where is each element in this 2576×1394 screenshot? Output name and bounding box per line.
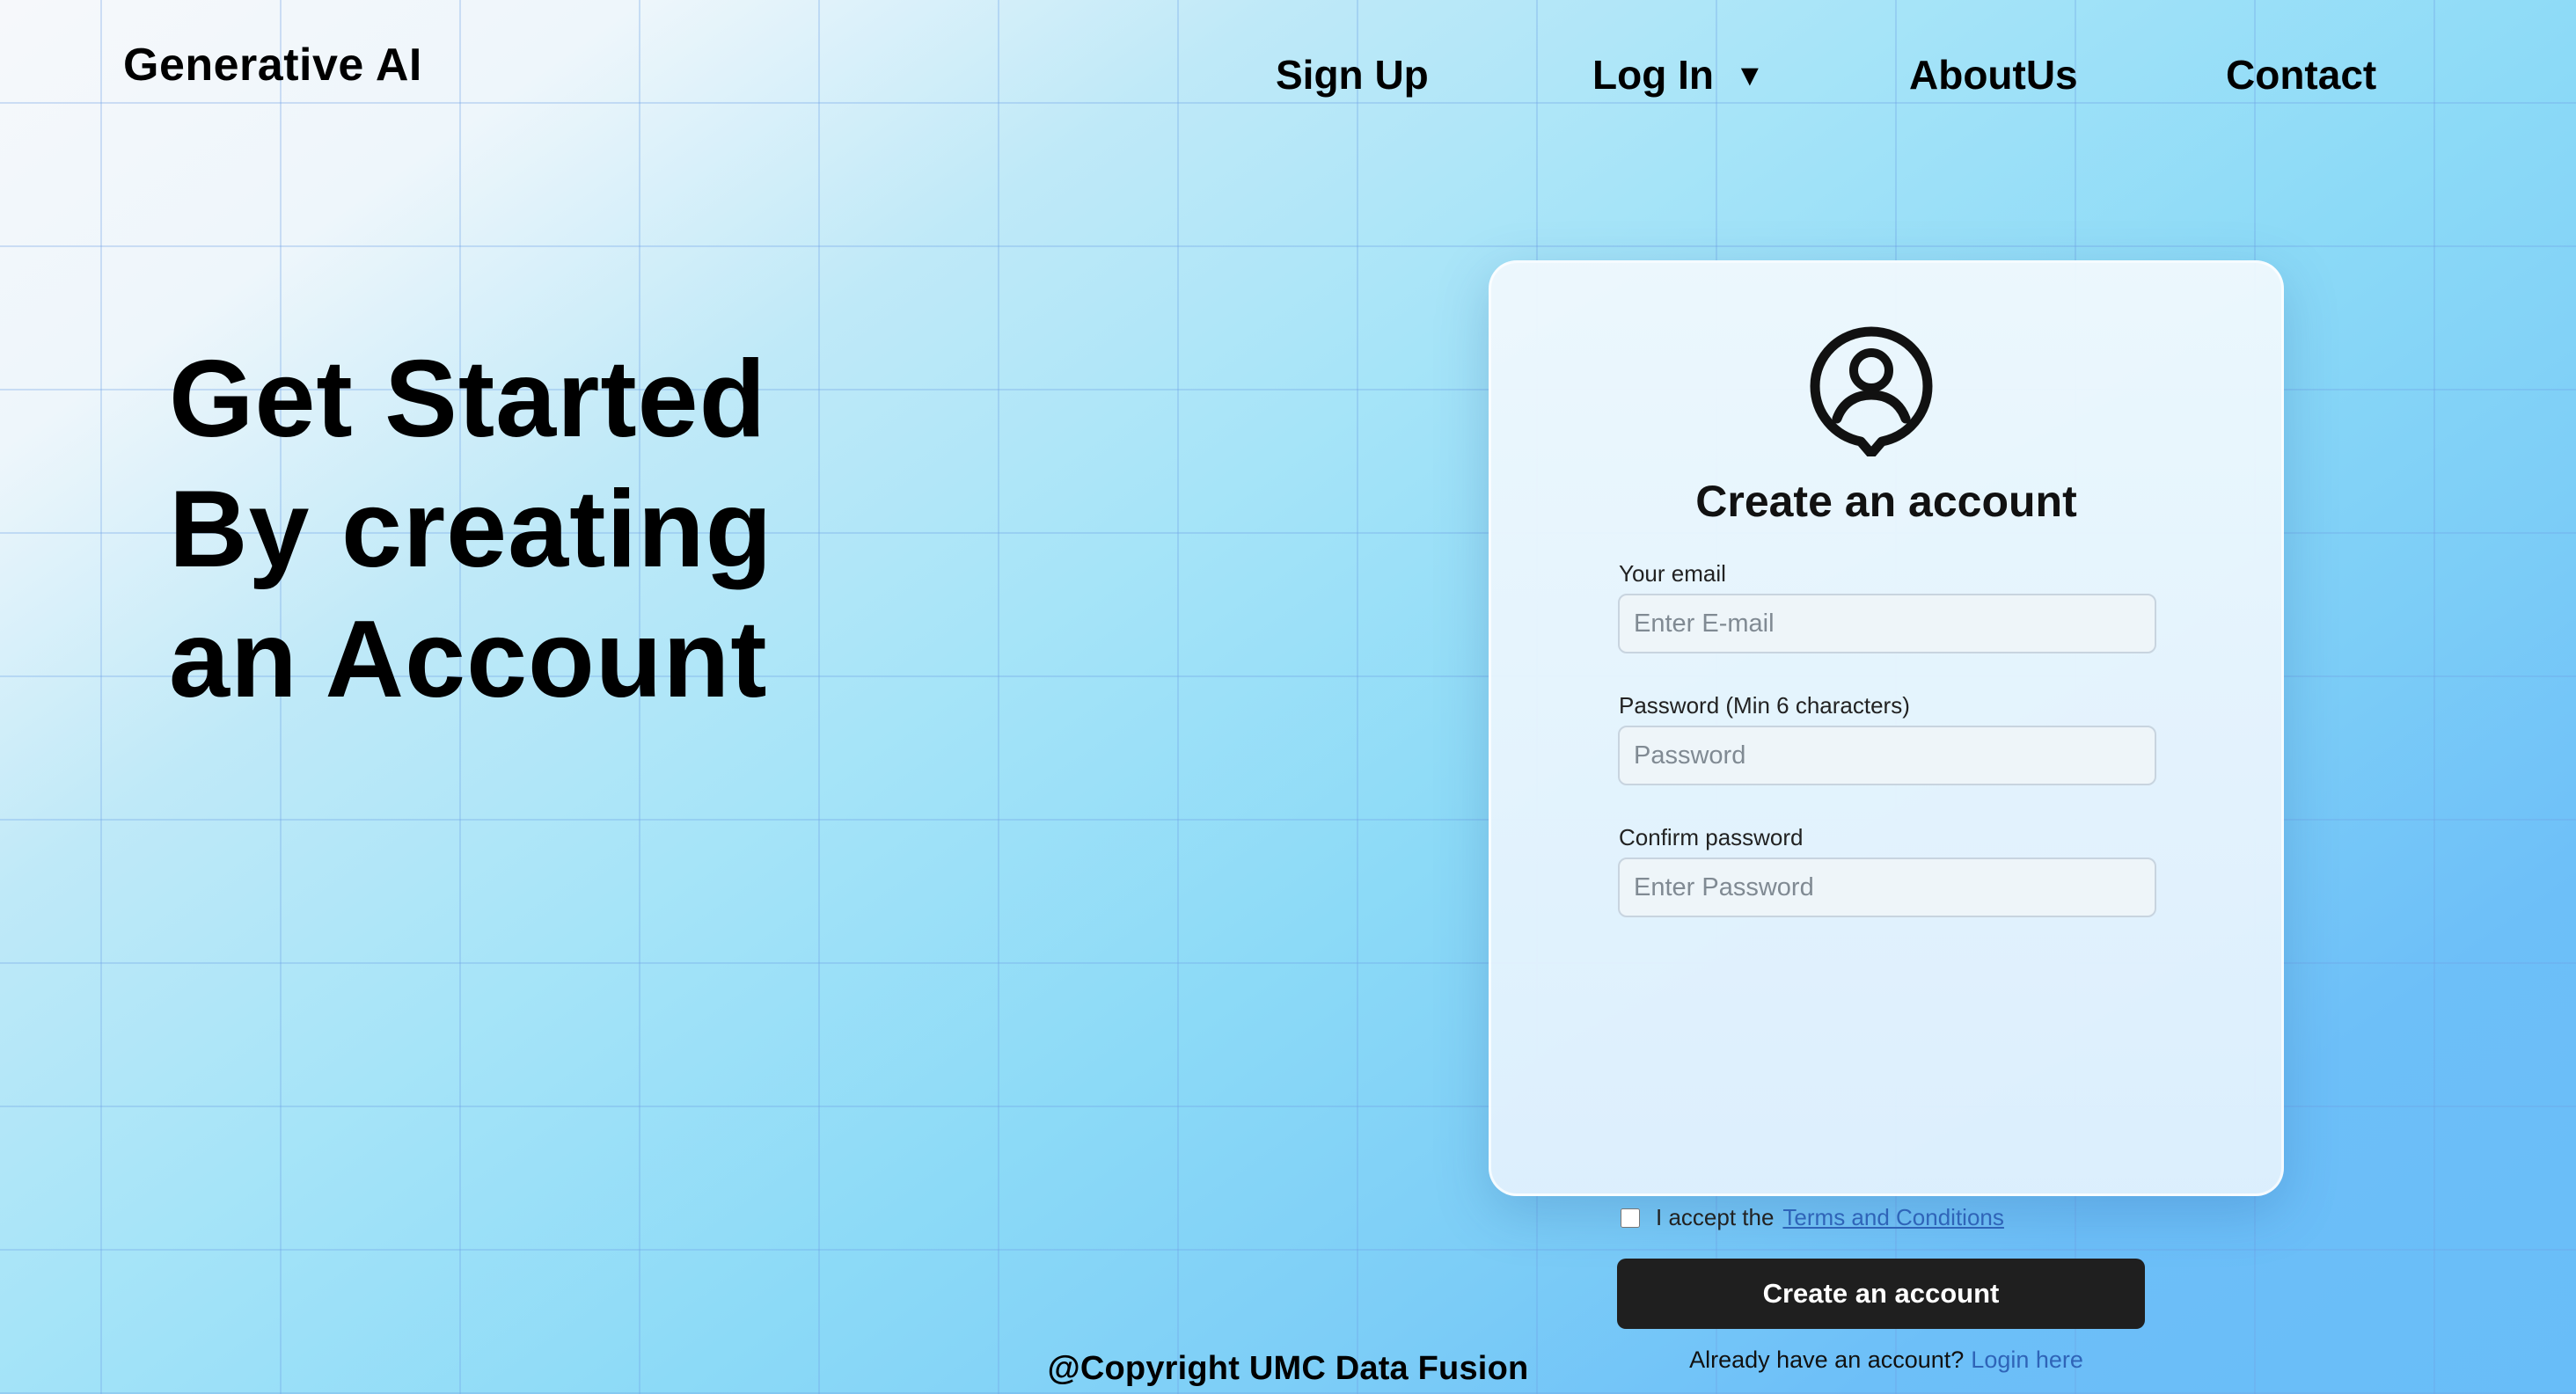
footer-copyright: @Copyright UMC Data Fusion (1047, 1350, 1529, 1387)
nav-sign-up[interactable]: Sign Up (1276, 51, 1429, 99)
terms-link[interactable]: Terms and Conditions (1782, 1204, 2003, 1231)
confirm-password-label: Confirm password (1619, 824, 1804, 850)
nav-about-us[interactable]: AboutUs (1909, 51, 2078, 99)
hero-line-3: an Account (169, 599, 768, 720)
terms-label: I accept the (1656, 1204, 1775, 1230)
nav-log-in[interactable]: Log In ▼ (1592, 51, 1765, 99)
user-circle-icon (1810, 326, 1933, 456)
email-label: Your email (1619, 560, 1726, 587)
form-title: Create an account (1695, 477, 2077, 526)
password-field[interactable] (1618, 726, 2156, 785)
nav-log-in-label: Log In (1592, 52, 1714, 98)
caret-down-icon[interactable]: ▼ (1735, 59, 1765, 93)
password-label: Password (Min 6 characters) (1619, 692, 1910, 719)
nav-contact[interactable]: Contact (2226, 51, 2376, 99)
hero-line-1: Get Started (169, 339, 767, 460)
top-nav: Sign Up Log In ▼ AboutUs Contact (0, 51, 2576, 113)
terms-checkbox[interactable] (1621, 1208, 1640, 1228)
hero-line-2: By creating (169, 469, 773, 590)
confirm-password-field[interactable] (1618, 858, 2156, 917)
hero-heading: Get Started By creating an Account (169, 334, 772, 725)
signup-card: Create an account Your email Password (M… (1489, 260, 2284, 1373)
terms-row: I accept the Terms and Conditions (1621, 1204, 2004, 1231)
email-field[interactable] (1618, 594, 2156, 653)
create-account-button[interactable]: Create an account (1617, 1259, 2145, 1329)
